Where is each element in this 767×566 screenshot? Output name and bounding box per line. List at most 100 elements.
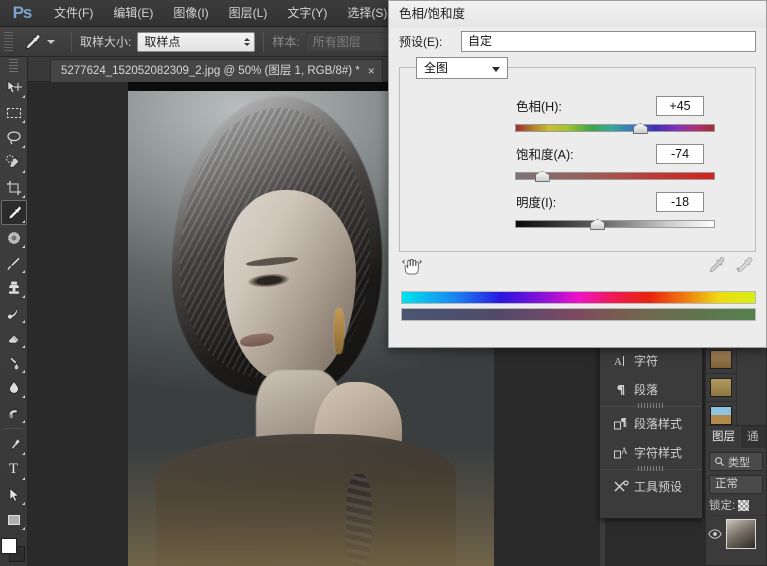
sample-size-select[interactable]: 取样点 — [137, 32, 255, 52]
menu-type[interactable]: 文字(Y) — [277, 0, 337, 27]
tool-options-corner-icon — [22, 120, 25, 123]
saturation-slider-track[interactable] — [515, 172, 715, 180]
preset-cell[interactable] — [706, 346, 737, 374]
shape-tool[interactable] — [1, 507, 27, 532]
flyout-label: 字符样式 — [634, 444, 682, 461]
sample-value: 所有图层 — [313, 35, 361, 49]
lock-transparency-icon[interactable] — [738, 500, 749, 511]
tools-divider — [4, 428, 23, 429]
tools-panel-grip[interactable] — [9, 59, 18, 73]
move-tool[interactable] — [1, 75, 27, 100]
channel-select[interactable]: 全图 — [416, 57, 508, 79]
path-selection-tool[interactable] — [1, 482, 27, 507]
foreground-color-swatch[interactable] — [1, 538, 17, 554]
saturation-value-input[interactable]: -74 — [656, 144, 704, 164]
preset-select[interactable]: 自定 — [461, 31, 756, 52]
tool-options-corner-icon — [22, 145, 25, 148]
hue-slider-handle[interactable] — [633, 123, 648, 134]
flyout-item-character-styles[interactable]: A 字符样式 — [600, 438, 702, 467]
flyout-drag-dots-icon — [638, 403, 664, 408]
hue-saturation-dialog: 色相/饱和度 预设(E): 自定 全图 色相(H): +45 — [388, 0, 767, 348]
tool-preset-chevron-icon[interactable] — [47, 40, 55, 44]
flyout-label: 段落样式 — [634, 415, 682, 432]
gradient-tool[interactable] — [1, 350, 27, 375]
eyedropper-icon — [19, 30, 45, 54]
tool-options-corner-icon — [22, 502, 25, 505]
options-bar-grip[interactable] — [4, 32, 13, 52]
pen-tool[interactable] — [1, 432, 27, 457]
layer-thumbnail[interactable] — [726, 519, 756, 549]
presets-panel — [705, 345, 767, 429]
tool-options-corner-icon — [22, 477, 25, 480]
healing-brush-tool[interactable] — [1, 225, 27, 250]
lightness-slider-track[interactable] — [515, 220, 715, 228]
color-spectrum-bars — [401, 291, 756, 325]
hue-value-input[interactable]: +45 — [656, 96, 704, 116]
clone-stamp-tool[interactable] — [1, 275, 27, 300]
flyout-divider-2 — [600, 469, 702, 470]
image-foreground-haze — [128, 446, 494, 566]
layer-filter-select[interactable]: 类型 — [709, 452, 763, 471]
type-tool-glyph: T — [9, 461, 18, 478]
flyout-item-paragraph[interactable]: 段落 — [600, 375, 702, 404]
lightness-value-input[interactable]: -18 — [656, 192, 704, 212]
eyedropper-icon[interactable] — [706, 255, 726, 280]
eye-icon[interactable] — [708, 528, 722, 540]
lightness-slider-handle[interactable] — [590, 219, 605, 230]
layer-row[interactable] — [706, 515, 766, 552]
lock-label: 锁定: — [709, 497, 735, 513]
layer-filter-label: 类型 — [728, 454, 750, 470]
preset-thumbnail — [710, 350, 732, 369]
menu-image[interactable]: 图像(I) — [163, 0, 218, 27]
type-tool[interactable]: T — [1, 457, 27, 482]
eyedropper-tool[interactable] — [1, 200, 27, 225]
dialog-body: 预设(E): 自定 全图 色相(H): +45 饱和度(A): — [389, 27, 766, 252]
tool-options-corner-icon — [22, 295, 25, 298]
eraser-tool[interactable] — [1, 325, 27, 350]
svg-text:A: A — [614, 356, 622, 368]
history-brush-tool[interactable] — [1, 300, 27, 325]
menu-edit[interactable]: 编辑(E) — [103, 0, 163, 27]
svg-text:A: A — [621, 446, 628, 456]
layers-panel: 图层 通 类型 正常 锁定: — [705, 425, 767, 566]
spectrum-bar-full[interactable] — [401, 291, 756, 304]
quick-selection-tool[interactable] — [1, 150, 27, 175]
lock-controls: 锁定: — [709, 497, 763, 513]
dialog-title: 色相/饱和度 — [389, 1, 766, 27]
color-swatches[interactable] — [1, 538, 27, 564]
menu-file[interactable]: 文件(F) — [44, 0, 103, 27]
lightness-label: 明度(I): — [516, 192, 556, 211]
flyout-item-paragraph-styles[interactable]: 段落样式 — [600, 409, 702, 438]
tab-layers[interactable]: 图层 — [706, 426, 741, 448]
document-tab[interactable]: 5277624_152052082309_2.jpg @ 50% (图层 1, … — [50, 59, 383, 82]
marquee-tool[interactable] — [1, 100, 27, 125]
tool-options-corner-icon — [22, 527, 25, 530]
preset-row: 预设(E): 自定 — [399, 27, 756, 55]
crop-tool[interactable] — [1, 175, 27, 200]
hue-slider-track[interactable] — [515, 124, 715, 132]
tab-channels[interactable]: 通 — [741, 426, 765, 448]
lasso-tool[interactable] — [1, 125, 27, 150]
flyout-label: 字符 — [634, 352, 658, 369]
flyout-item-character[interactable]: A 字符 — [600, 346, 702, 375]
saturation-slider-handle[interactable] — [535, 171, 550, 182]
blend-mode-select[interactable]: 正常 — [709, 475, 763, 494]
close-icon[interactable]: × — [368, 64, 375, 78]
footer-icon-row — [401, 255, 754, 281]
hand-scrub-icon[interactable] — [401, 264, 423, 281]
panel-flyout-menu: A 字符 段落 段落样式 A 字符样式 — [599, 345, 703, 519]
brush-tool[interactable] — [1, 250, 27, 275]
blur-tool[interactable] — [1, 375, 27, 400]
menu-layer[interactable]: 图层(L) — [219, 0, 278, 27]
flyout-label: 段落 — [634, 381, 658, 398]
sample-label: 样本: — [272, 33, 299, 50]
stepper-arrows-icon[interactable] — [244, 38, 250, 46]
character-styles-icon: A — [608, 445, 634, 461]
preset-thumbnail — [710, 378, 732, 397]
preset-cell[interactable] — [706, 374, 737, 402]
spectrum-bar-adjusted[interactable] — [401, 308, 756, 321]
flyout-item-tool-presets[interactable]: 工具预设 — [600, 472, 702, 501]
app-logo: Ps — [0, 0, 44, 27]
eyedropper-add-icon[interactable] — [734, 255, 754, 280]
dodge-tool[interactable] — [1, 400, 27, 425]
